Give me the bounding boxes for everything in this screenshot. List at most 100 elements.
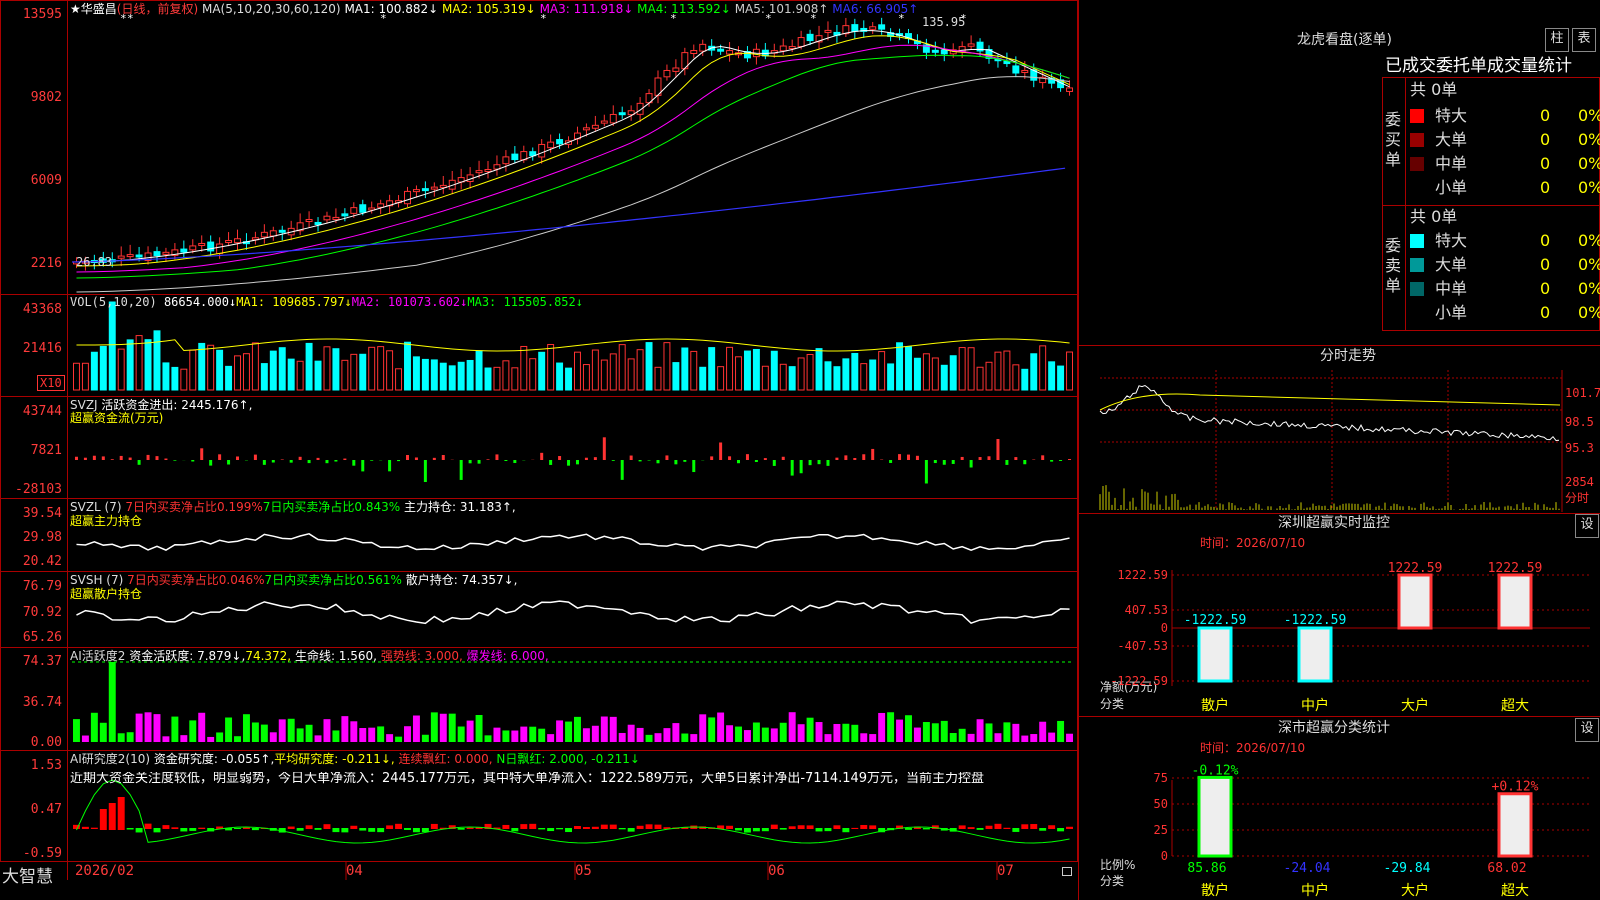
main-ytick: 13595	[22, 7, 62, 22]
candle-body	[126, 254, 134, 258]
order-stats-tab[interactable]: 已成交委托单成交量统计	[1385, 56, 1572, 76]
volume-bar	[350, 353, 358, 391]
class-stats-panel	[1078, 716, 1600, 900]
svzl-metric2: 7日内买卖净占比0.843%	[262, 500, 401, 514]
ai-active-bar	[332, 730, 340, 742]
candle-body	[484, 169, 492, 173]
candle-body	[359, 204, 367, 213]
volume-bar	[770, 350, 778, 391]
volume-bar	[905, 346, 912, 391]
svzj-header: SVZJ 活跃资金进出: 2445.176↑,	[70, 398, 252, 412]
stock-name[interactable]: 华盛昌	[81, 2, 117, 16]
research-bar	[788, 826, 796, 829]
research-bar	[815, 828, 823, 832]
candle-body	[189, 245, 197, 251]
volume-bar	[520, 345, 528, 391]
buy-pct: 0%	[1578, 130, 1600, 149]
ai-active-ytick: 36.74	[22, 695, 62, 710]
volume-bar	[797, 357, 805, 391]
candle-body	[180, 248, 188, 253]
ai-active-bar	[359, 728, 367, 742]
buy-swatch	[1410, 181, 1424, 195]
ai-active-bar	[287, 718, 295, 742]
candle-body	[412, 189, 420, 193]
chart-canvas: * * * * * * * * *	[71, 12, 1074, 880]
ai-active-bar	[878, 712, 886, 742]
candle-body	[556, 139, 564, 145]
ai-active-bar	[1066, 733, 1073, 742]
candle-body	[260, 231, 268, 238]
research-bar	[967, 827, 975, 829]
sell-pct: 0%	[1578, 279, 1600, 298]
favorite-star-icon[interactable]: ★	[70, 2, 81, 16]
vol-ma1-line	[76, 338, 1070, 352]
bar-view-button[interactable]: 柱	[1545, 28, 1569, 52]
candle-body	[162, 251, 170, 255]
volume-bar	[529, 358, 537, 391]
research-bar	[779, 828, 787, 830]
class-stats-settings-button[interactable]: 设	[1575, 718, 1599, 742]
order-stats-vdivider	[1405, 77, 1406, 331]
ai-active-m3: 生命线: 1.560,	[294, 649, 377, 663]
sz-monitor-ylabel: 净额(万元)	[1100, 680, 1158, 694]
research-bar	[520, 824, 528, 829]
volume-bar	[958, 347, 966, 391]
research-bar	[636, 825, 644, 829]
svzl-metric3: 主力持仓: 31.183↑,	[404, 500, 516, 514]
vol-ytick: 43368	[22, 302, 62, 317]
table-view-button[interactable]: 表	[1572, 28, 1596, 52]
buy-swatch	[1410, 109, 1424, 123]
ai-active-bar	[511, 730, 519, 742]
volume-bar	[556, 362, 564, 391]
candle-body	[869, 26, 877, 30]
ai-active-bar	[1048, 732, 1056, 742]
volume-bar	[976, 366, 984, 391]
sell-count: 0	[1540, 279, 1551, 298]
research-bar	[627, 828, 635, 832]
buy-pct: 0%	[1578, 178, 1600, 197]
app-name[interactable]: 大智慧	[2, 862, 53, 887]
ai-active-bar	[350, 721, 358, 742]
volume-bar	[90, 351, 98, 391]
volume-bar	[332, 348, 340, 391]
ai-research-m2: 平均研究度: -0.211↓,	[274, 752, 395, 766]
svzl-metric1: 7日内买卖净占比0.199%	[125, 500, 263, 514]
research-bar	[314, 828, 322, 830]
sell-swatch	[1410, 258, 1424, 272]
ai-active-bar	[225, 717, 233, 742]
ai-active-bar	[260, 724, 268, 742]
volume-bar	[994, 351, 1002, 391]
ai-active-bar	[842, 723, 850, 742]
ai-active-bar	[949, 733, 957, 742]
volume-bar	[627, 358, 635, 391]
ai-active-bar	[90, 712, 98, 742]
ai-active-bar	[940, 720, 948, 742]
volume-bar	[887, 363, 895, 391]
candle-body	[824, 29, 832, 33]
lock-icon[interactable]	[1062, 867, 1072, 876]
vol-scale-badge[interactable]: X10	[37, 375, 65, 391]
research-bar	[368, 828, 376, 832]
volume-bar	[949, 355, 957, 391]
ai-active-bar	[430, 712, 438, 742]
candle-body	[591, 124, 599, 129]
svzl-ytick: 39.54	[22, 506, 62, 521]
volume-bar	[913, 357, 921, 391]
volume-bar	[305, 342, 313, 391]
class-stats-xlabel: 分类	[1100, 874, 1125, 888]
research-bar	[359, 828, 367, 831]
class-stats-ylabel: 比例%	[1100, 858, 1136, 872]
buy-label: 小单	[1435, 178, 1468, 197]
research-bar	[412, 828, 420, 833]
ai-active-bar	[475, 714, 483, 742]
candle-body	[726, 50, 734, 55]
research-bar	[305, 825, 313, 829]
volume-bar	[609, 353, 617, 391]
ai-active-m1: 资金活跃度: 7.879↓,	[129, 649, 246, 663]
sz-monitor-settings-button[interactable]: 设	[1575, 514, 1599, 538]
ma-label: MA(5,10,20,30,60,120)	[201, 2, 341, 16]
volume-bar	[278, 347, 286, 391]
volume-bar	[699, 366, 707, 391]
ai-research-ytick: -0.59	[22, 846, 62, 861]
sz-monitor-xlabel: 分类	[1100, 697, 1125, 711]
